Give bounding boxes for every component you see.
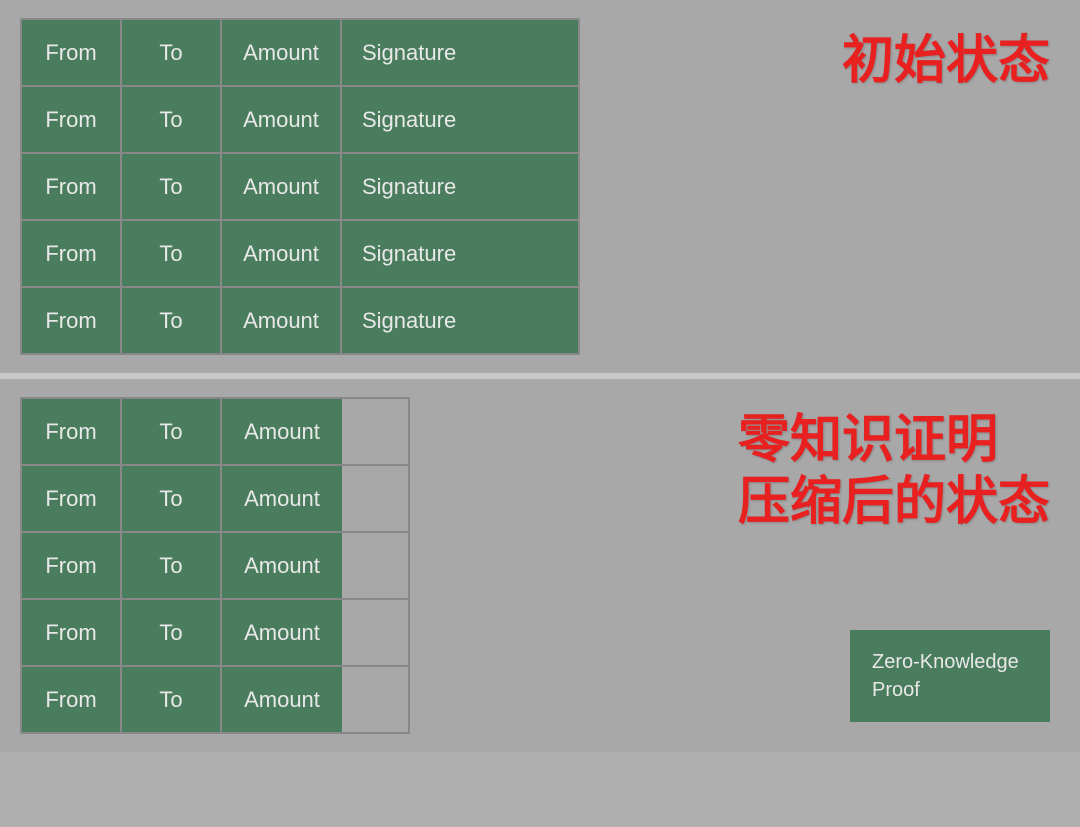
cell-amount: Amount (222, 600, 342, 665)
cell-from: From (22, 221, 122, 286)
cell-from: From (22, 466, 122, 531)
table-row: From To Amount Signature (20, 85, 580, 152)
cell-amount: Amount (222, 20, 342, 85)
bottom-table-container: From To Amount From To Amount From To Am… (20, 397, 410, 734)
cell-amount: Amount (222, 87, 342, 152)
table-row: From To Amount Signature (20, 219, 580, 286)
cell-to: To (122, 399, 222, 464)
cell-from: From (22, 600, 122, 665)
cell-to: To (122, 466, 222, 531)
cell-signature: Signature (342, 87, 578, 152)
bottom-section: From To Amount From To Amount From To Am… (0, 379, 1080, 752)
table-row: From To Amount Signature (20, 152, 580, 219)
cell-to: To (122, 288, 222, 353)
cell-amount: Amount (222, 288, 342, 353)
top-table-container: From To Amount Signature From To Amount … (20, 18, 580, 355)
cell-from: From (22, 399, 122, 464)
cell-to: To (122, 600, 222, 665)
cell-to: To (122, 154, 222, 219)
cell-to: To (122, 667, 222, 732)
zkp-state-label: 零知识证明 压缩后的状态 (738, 409, 1050, 534)
cell-signature: Signature (342, 288, 578, 353)
top-section: From To Amount Signature From To Amount … (0, 0, 1080, 379)
cell-amount: Amount (222, 466, 342, 531)
cell-signature: Signature (342, 154, 578, 219)
cell-to: To (122, 221, 222, 286)
initial-state-label: 初始状态 (842, 30, 1050, 92)
cell-from: From (22, 154, 122, 219)
cell-to: To (122, 20, 222, 85)
bottom-table: From To Amount From To Amount From To Am… (20, 397, 410, 734)
cell-from: From (22, 288, 122, 353)
cell-amount: Amount (222, 221, 342, 286)
table-row: From To Amount (20, 598, 410, 665)
cell-amount: Amount (222, 154, 342, 219)
cell-signature: Signature (342, 20, 578, 85)
cell-amount: Amount (222, 667, 342, 732)
table-row: From To Amount (20, 464, 410, 531)
table-row: From To Amount Signature (20, 286, 580, 355)
table-row: From To Amount Signature (20, 18, 580, 85)
cell-to: To (122, 87, 222, 152)
cell-signature: Signature (342, 221, 578, 286)
cell-from: From (22, 87, 122, 152)
table-row: From To Amount (20, 531, 410, 598)
cell-amount: Amount (222, 399, 342, 464)
zkp-box: Zero-Knowledge Proof (850, 630, 1050, 722)
cell-amount: Amount (222, 533, 342, 598)
cell-from: From (22, 667, 122, 732)
cell-to: To (122, 533, 222, 598)
cell-from: From (22, 20, 122, 85)
cell-from: From (22, 533, 122, 598)
table-row: From To Amount (20, 665, 410, 734)
table-row: From To Amount (20, 397, 410, 464)
top-table: From To Amount Signature From To Amount … (20, 18, 580, 355)
